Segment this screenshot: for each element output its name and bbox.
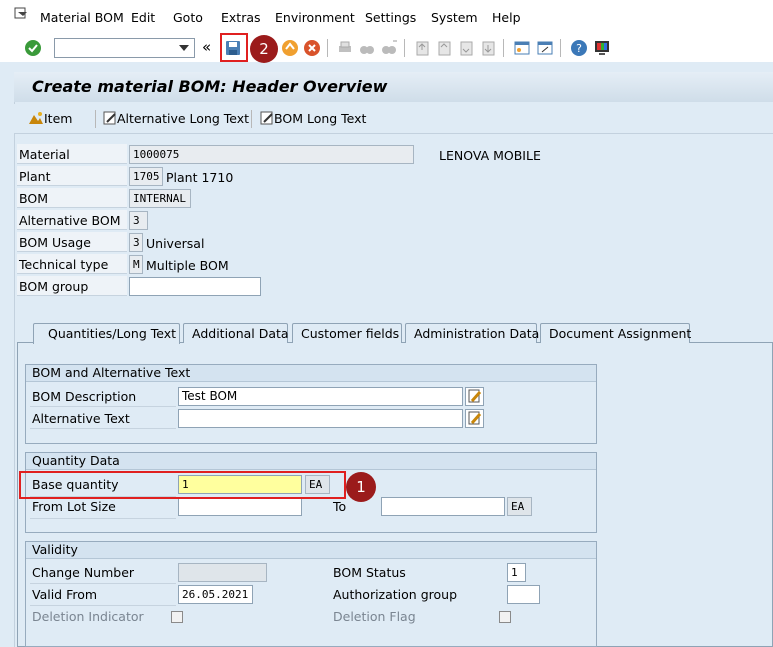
- highlight-save: [220, 33, 248, 62]
- deletion-flag-checkbox[interactable]: [499, 611, 511, 623]
- material-description: LENOVA MOBILE: [439, 148, 541, 163]
- to-lot-size-field[interactable]: [381, 497, 505, 516]
- valid-from-field[interactable]: 26.05.2021: [178, 585, 253, 604]
- alt-long-text-label: Alternative Long Text: [117, 111, 250, 126]
- application-toolbar: Item Alternative Long Text BOM Long Text: [14, 104, 773, 134]
- material-field[interactable]: 1000075: [129, 145, 414, 164]
- find-icon[interactable]: [358, 39, 376, 57]
- group-title: Quantity Data: [26, 453, 596, 470]
- material-label: Material: [19, 147, 70, 162]
- tab-additional-data[interactable]: Additional Data: [183, 323, 289, 343]
- command-field[interactable]: [54, 38, 195, 58]
- tab-document-assignment[interactable]: Document Assignment: [540, 323, 691, 343]
- bom-usage-label: BOM Usage: [19, 235, 91, 250]
- bom-usage-field[interactable]: 3: [129, 233, 143, 252]
- alternative-bom-label: Alternative BOM: [19, 213, 121, 228]
- alternative-text-label: Alternative Text: [32, 411, 130, 426]
- bom-status-field[interactable]: 1: [507, 563, 526, 582]
- to-lot-size-unit: EA: [507, 497, 532, 516]
- from-lot-size-label: From Lot Size: [32, 499, 116, 514]
- new-session-icon[interactable]: [513, 39, 531, 57]
- next-page-icon[interactable]: [457, 39, 475, 57]
- change-number-label: Change Number: [32, 565, 135, 580]
- page-title: Create material BOM: Header Overview: [32, 77, 388, 96]
- plant-field[interactable]: 1705: [129, 167, 163, 186]
- highlight-base-quantity: [19, 471, 346, 499]
- technical-type-description: Multiple BOM: [146, 258, 229, 273]
- cancel-icon[interactable]: [303, 39, 321, 57]
- menu-environment[interactable]: Environment: [275, 10, 355, 25]
- to-label: To: [333, 499, 347, 514]
- item-button[interactable]: Item: [28, 111, 72, 126]
- alternative-text-field[interactable]: [178, 409, 463, 428]
- menu-help[interactable]: Help: [492, 10, 521, 25]
- item-icon: [29, 112, 43, 124]
- collapse-arrows-icon[interactable]: «: [202, 39, 220, 57]
- plant-description: Plant 1710: [166, 170, 234, 185]
- alternative-bom-field[interactable]: 3: [129, 211, 148, 230]
- customize-layout-icon[interactable]: [593, 39, 611, 57]
- bom-group-label: BOM group: [19, 279, 89, 294]
- item-label: Item: [44, 111, 73, 126]
- tab-administration-data[interactable]: Administration Data: [405, 323, 539, 343]
- last-page-icon[interactable]: [479, 39, 497, 57]
- technical-type-field[interactable]: M: [129, 255, 143, 274]
- menu-edit[interactable]: Edit: [131, 10, 155, 25]
- bom-field[interactable]: INTERNAL: [129, 189, 191, 208]
- menu-settings[interactable]: Settings: [365, 10, 416, 25]
- row-divider: [30, 518, 176, 519]
- technical-type-label: Technical type: [19, 257, 109, 272]
- bom-usage-description: Universal: [146, 236, 205, 251]
- bom-status-label: BOM Status: [333, 565, 406, 580]
- bom-description-label: BOM Description: [32, 389, 137, 404]
- menu-goto[interactable]: Goto: [173, 10, 203, 25]
- deletion-flag-label: Deletion Flag: [333, 609, 416, 624]
- menu-material-bom[interactable]: Material BOM: [40, 10, 124, 25]
- edit-pencil-icon[interactable]: [465, 409, 484, 428]
- menu-toggle-icon[interactable]: [14, 7, 28, 21]
- valid-from-label: Valid From: [32, 587, 98, 602]
- back-icon[interactable]: [281, 39, 299, 57]
- title-bar: Create material BOM: Header Overview: [14, 72, 773, 102]
- menu-bar: Material BOM Edit Goto Extras Environmen…: [0, 0, 773, 34]
- first-page-icon[interactable]: [413, 39, 431, 57]
- help-icon[interactable]: ?: [570, 39, 588, 57]
- find-next-icon[interactable]: [380, 39, 398, 57]
- menu-system[interactable]: System: [431, 10, 478, 25]
- authorization-group-field[interactable]: [507, 585, 540, 604]
- authorization-group-label: Authorization group: [333, 587, 457, 602]
- plant-label: Plant: [19, 169, 51, 184]
- chevron-down-icon[interactable]: [179, 45, 189, 51]
- edit-text-icon: [103, 111, 116, 125]
- previous-page-icon[interactable]: [435, 39, 453, 57]
- print-icon[interactable]: [336, 39, 354, 57]
- deletion-indicator-label: Deletion Indicator: [32, 609, 144, 624]
- row-divider: [30, 605, 176, 606]
- tab-customer-fields[interactable]: Customer fields: [292, 323, 402, 343]
- bom-long-text-button[interactable]: BOM Long Text: [260, 111, 366, 126]
- edit-text-icon: [260, 111, 273, 125]
- menu-extras[interactable]: Extras: [221, 10, 261, 25]
- bom-label: BOM: [19, 191, 48, 206]
- svg-text:?: ?: [576, 42, 582, 55]
- deletion-indicator-checkbox[interactable]: [171, 611, 183, 623]
- edit-pencil-icon[interactable]: [465, 387, 484, 406]
- alternative-long-text-button[interactable]: Alternative Long Text: [103, 111, 249, 126]
- tab-quantities-long-text[interactable]: Quantities/Long Text: [33, 323, 180, 344]
- bom-group-field[interactable]: [129, 277, 261, 296]
- bom-description-field[interactable]: Test BOM: [178, 387, 463, 406]
- from-lot-size-field[interactable]: [178, 497, 302, 516]
- enter-check-icon[interactable]: [24, 39, 42, 57]
- shortcut-icon[interactable]: [536, 39, 554, 57]
- change-number-field[interactable]: [178, 563, 267, 582]
- row-divider: [30, 583, 176, 584]
- group-title: Validity: [26, 542, 596, 559]
- group-title: BOM and Alternative Text: [26, 365, 596, 382]
- step-2-badge: 2: [250, 35, 278, 63]
- step-1-badge: 1: [346, 472, 376, 502]
- bom-long-text-label: BOM Long Text: [274, 111, 367, 126]
